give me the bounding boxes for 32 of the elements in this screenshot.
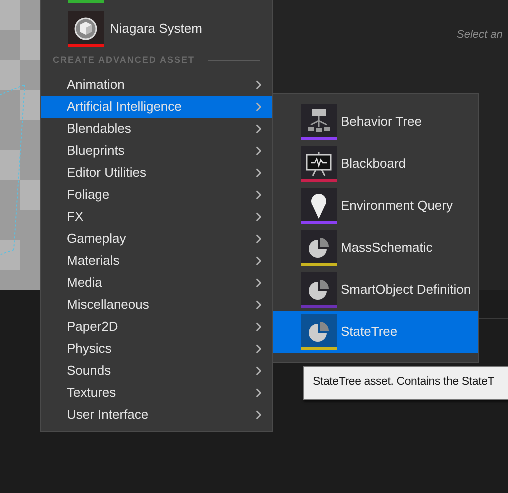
menu-item[interactable]: Editor Utilities xyxy=(41,162,272,184)
map-pin-icon xyxy=(311,193,327,219)
menu-entry[interactable]: Blackboard xyxy=(273,143,478,185)
menu-item[interactable]: Materials xyxy=(41,250,272,272)
menu-item[interactable]: Physics xyxy=(41,338,272,360)
easel-icon xyxy=(306,152,332,176)
menu-item[interactable]: Foliage xyxy=(41,184,272,206)
menu-item[interactable]: Miscellaneous xyxy=(41,294,272,316)
menu-item[interactable]: Textures xyxy=(41,382,272,404)
menu-item[interactable]: Blueprints xyxy=(41,140,272,162)
panel-hint: Select an xyxy=(457,28,503,43)
menu-item[interactable]: Sounds xyxy=(41,360,272,382)
menu-item[interactable]: Media xyxy=(41,272,272,294)
menu-entry[interactable]: SmartObject Definition xyxy=(273,269,478,311)
menu-item[interactable]: Animation xyxy=(41,74,272,96)
menu-item[interactable]: Artificial Intelligence xyxy=(41,96,272,118)
menu-item[interactable]: Blendables xyxy=(41,118,272,140)
hierarchy-icon xyxy=(308,109,330,135)
menu-entry[interactable]: Behavior Tree xyxy=(273,101,478,143)
pie-chart-icon xyxy=(308,321,330,343)
menu-entry[interactable]: MassSchematic xyxy=(273,227,478,269)
menu-item[interactable]: Gameplay xyxy=(41,228,272,250)
menu-entry[interactable]: Niagara System xyxy=(41,3,272,48)
menu-entry[interactable]: StateTree xyxy=(273,311,478,353)
menu-item[interactable]: User Interface xyxy=(41,404,272,426)
tooltip: StateTree asset. Contains the StateT xyxy=(303,366,508,400)
pie-chart-icon xyxy=(308,279,330,301)
sphere-cube-icon xyxy=(74,17,98,41)
menu-entry[interactable]: Environment Query xyxy=(273,185,478,227)
pie-chart-icon xyxy=(308,237,330,259)
menu-item[interactable]: Paper2D xyxy=(41,316,272,338)
menu-item[interactable]: FX xyxy=(41,206,272,228)
